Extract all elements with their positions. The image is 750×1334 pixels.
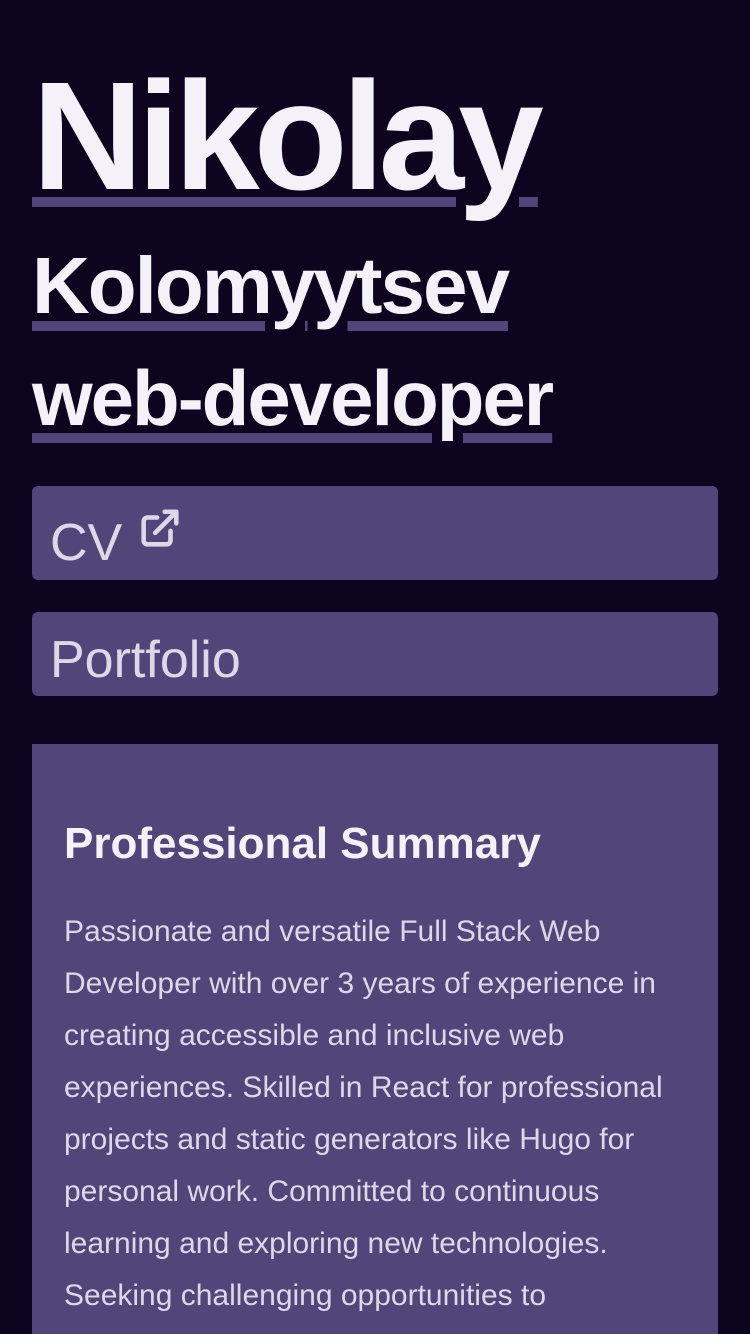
portfolio-link-label: Portfolio	[50, 631, 241, 689]
last-name-text: Kolomyytsev	[32, 241, 510, 330]
first-name-text: Nikolay	[32, 50, 544, 222]
external-link-icon	[136, 506, 182, 552]
last-name-heading: Kolomyytsev	[32, 240, 510, 332]
summary-body: Passionate and versatile Full Stack Web …	[64, 915, 663, 1334]
cv-link-label: CV	[50, 514, 123, 572]
role-heading: web-developer	[32, 352, 554, 444]
summary-heading: Professional Summary	[64, 819, 541, 868]
professional-summary-card: Professional Summary Passionate and vers…	[32, 744, 718, 1334]
cv-link-button[interactable]: CV	[32, 486, 718, 580]
first-name-heading: Nikolay	[32, 56, 544, 216]
portfolio-link-button[interactable]: Portfolio	[32, 612, 718, 696]
role-text: web-developer	[32, 354, 554, 442]
